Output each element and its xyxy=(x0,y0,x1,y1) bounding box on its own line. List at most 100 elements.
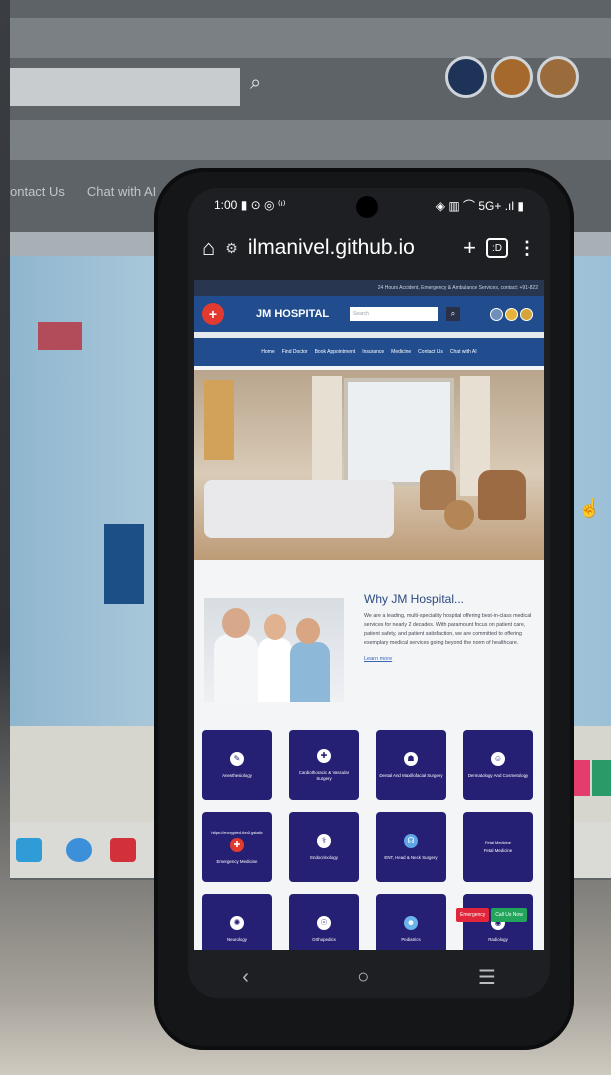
accreditation-badges xyxy=(490,307,533,321)
hero-table xyxy=(444,500,474,530)
tab-switcher-icon[interactable]: :D xyxy=(486,238,508,258)
taskbar-icon-3 xyxy=(110,838,136,862)
monitor-logo-3 xyxy=(537,56,579,98)
taskbar-icon-1 xyxy=(16,838,42,862)
monitor-search-icon: ⌕ xyxy=(250,72,262,94)
nav-book-appointment[interactable]: Book Appointment xyxy=(315,349,356,355)
floating-buttons: Emergency Call Us Now xyxy=(456,908,527,922)
why-text: Why JM Hospital... We are a leading, mul… xyxy=(364,592,534,712)
site-search-icon[interactable]: ⌕ xyxy=(446,307,460,321)
nav-contact-us[interactable]: Contact Us xyxy=(418,349,443,355)
nav-find-doctor[interactable]: Find Doctor xyxy=(282,349,308,355)
site-settings-icon[interactable]: ⚙ xyxy=(225,240,238,257)
cardiothoracic-icon: ✚ xyxy=(317,748,331,763)
monitor-nav-contact: ontact Us xyxy=(10,184,65,199)
nav-insurance[interactable]: Insurance xyxy=(362,349,384,355)
home-button-icon[interactable]: ○ xyxy=(357,966,369,989)
menu-icon[interactable]: ⋮ xyxy=(518,238,536,259)
web-page: 24 Hours Accident, Emergency & Ambulance… xyxy=(194,280,544,950)
monitor-logo-1 xyxy=(445,56,487,98)
url-text[interactable]: ilmanivel.github.io xyxy=(248,236,453,260)
dept-label: Neurology xyxy=(226,936,247,942)
hero-bed xyxy=(204,480,394,538)
why-body: We are a leading, multi-speciality hospi… xyxy=(364,613,532,646)
badge-icon-2 xyxy=(505,307,518,321)
monitor-search-box xyxy=(10,68,240,106)
taskbar-icon-2 xyxy=(66,838,92,862)
dept-card-neurology[interactable]: ✺ Neurology xyxy=(202,894,272,950)
new-tab-icon[interactable]: + xyxy=(463,235,476,261)
monitor-nav: ontact Us Chat with AI xyxy=(10,184,156,199)
dept-label: Cardiothoracic & Vascular Surgery xyxy=(298,769,350,781)
doctor-2-body xyxy=(258,638,292,702)
doctor-1-body xyxy=(214,634,258,702)
dept-label: Dental And Maxillofacial Surgery xyxy=(379,772,443,778)
nav-medicine[interactable]: Medicine xyxy=(391,349,411,355)
dept-label: Dermatology And Cosmetology xyxy=(467,772,529,778)
dermatology-icon: ☺ xyxy=(491,751,505,766)
hero-image xyxy=(194,370,544,560)
doctor-3-head xyxy=(296,618,320,644)
emergency-button[interactable]: Emergency xyxy=(456,908,490,922)
ticker-text: 24 Hours Accident, Emergency & Ambulance… xyxy=(194,280,544,296)
phone-screen: 1:00 ▮ ⊙ ◎ ⁽ᶦ⁾ ◈ ▥ ⌒ 5G+ .ıl ▮ ⌂ ⚙ ilman… xyxy=(188,188,550,998)
doctor-3-body xyxy=(290,642,330,702)
hero-curtain-left xyxy=(312,376,342,496)
monitor-logos xyxy=(445,56,579,98)
dept-card-radiology[interactable]: ◉ Radiology xyxy=(463,894,533,950)
dept-card-emergency-medicine[interactable]: https://encrypted-tbn0.gstatic ✚ Emergen… xyxy=(202,812,272,882)
ent-icon: ☊ xyxy=(404,833,418,848)
nav-home[interactable]: Home xyxy=(261,349,274,355)
why-section: Why JM Hospital... We are a leading, mul… xyxy=(194,560,544,712)
hand-cursor-icon: ☝ xyxy=(578,498,601,518)
neurology-icon: ✺ xyxy=(230,915,244,930)
monitor-red-block xyxy=(38,322,82,350)
monitor-blue-block xyxy=(104,524,144,604)
endocrinology-icon: ⚕ xyxy=(317,833,331,848)
dept-card-dental[interactable]: ☗ Dental And Maxillofacial Surgery xyxy=(376,730,446,800)
monitor-logo-2 xyxy=(491,56,533,98)
dept-card-orthopedics[interactable]: ☉ Orthopedics xyxy=(289,894,359,950)
site-header: + JM HOSPITAL Search ⌕ xyxy=(194,296,544,332)
dept-label: Anesthesiology xyxy=(222,772,252,778)
dept-label: Pediatrics xyxy=(401,936,421,942)
why-title: Why JM Hospital... xyxy=(364,592,465,606)
home-icon[interactable]: ⌂ xyxy=(202,235,215,261)
dept-card-fetal-medicine[interactable]: Fetal Medicine Fetal Medicine xyxy=(463,812,533,882)
doctor-1-head xyxy=(222,608,250,638)
dept-card-cardiothoracic[interactable]: ✚ Cardiothoracic & Vascular Surgery xyxy=(289,730,359,800)
dept-card-anesthesiology[interactable]: ✎ Anesthesiology xyxy=(202,730,272,800)
recents-icon[interactable]: ☰ xyxy=(478,965,496,990)
learn-more-link[interactable]: Learn more xyxy=(364,656,534,662)
pediatrics-icon: ☻ xyxy=(404,915,418,930)
anesthesiology-icon: ✎ xyxy=(230,751,244,766)
hero-chair xyxy=(478,470,526,520)
site-nav: Home Find Doctor Book Appointment Insura… xyxy=(194,338,544,366)
status-right-icons: ◈ ▥ ⌒ 5G+ .ıl ▮ xyxy=(435,198,524,213)
dept-label: Endocrinology xyxy=(310,854,338,860)
emergency-icon: ✚ xyxy=(230,837,244,852)
site-brand[interactable]: JM HOSPITAL xyxy=(256,308,336,320)
badge-icon-3 xyxy=(520,307,533,321)
nav-chat-with-ai[interactable]: Chat with AI xyxy=(450,349,477,355)
broken-image-alt: Fetal Medicine xyxy=(484,840,511,845)
browser-address-bar[interactable]: ⌂ ⚙ ilmanivel.github.io + :D ⋮ xyxy=(188,226,550,270)
hero-wall-panel xyxy=(204,380,234,460)
call-us-now-button[interactable]: Call Us Now xyxy=(491,908,527,922)
site-search-input[interactable]: Search xyxy=(350,307,438,321)
dept-label: Fetal Medicine xyxy=(483,848,513,853)
dental-icon: ☗ xyxy=(404,751,418,766)
dept-card-ent[interactable]: ☊ ENT, Head & Neck Surgery xyxy=(376,812,446,882)
dept-card-endocrinology[interactable]: ⚕ Endocrinology xyxy=(289,812,359,882)
dept-label: ENT, Head & Neck Surgery xyxy=(384,854,438,860)
dept-label: Radiology xyxy=(488,936,508,942)
status-bar: 1:00 ▮ ⊙ ◎ ⁽ᶦ⁾ ◈ ▥ ⌒ 5G+ .ıl ▮ xyxy=(188,188,550,222)
dept-card-pediatrics[interactable]: ☻ Pediatrics xyxy=(376,894,446,950)
dept-label: Emergency Medicine xyxy=(216,858,258,864)
back-icon[interactable]: ‹ xyxy=(242,966,249,989)
system-nav-bar: ‹ ○ ☰ xyxy=(188,956,550,998)
orthopedics-icon: ☉ xyxy=(317,915,331,930)
broken-image-alt: https://encrypted-tbn0.gstatic xyxy=(211,829,263,835)
status-time: 1:00 ▮ ⊙ ◎ ⁽ᶦ⁾ xyxy=(214,198,286,212)
dept-card-dermatology[interactable]: ☺ Dermatology And Cosmetology xyxy=(463,730,533,800)
